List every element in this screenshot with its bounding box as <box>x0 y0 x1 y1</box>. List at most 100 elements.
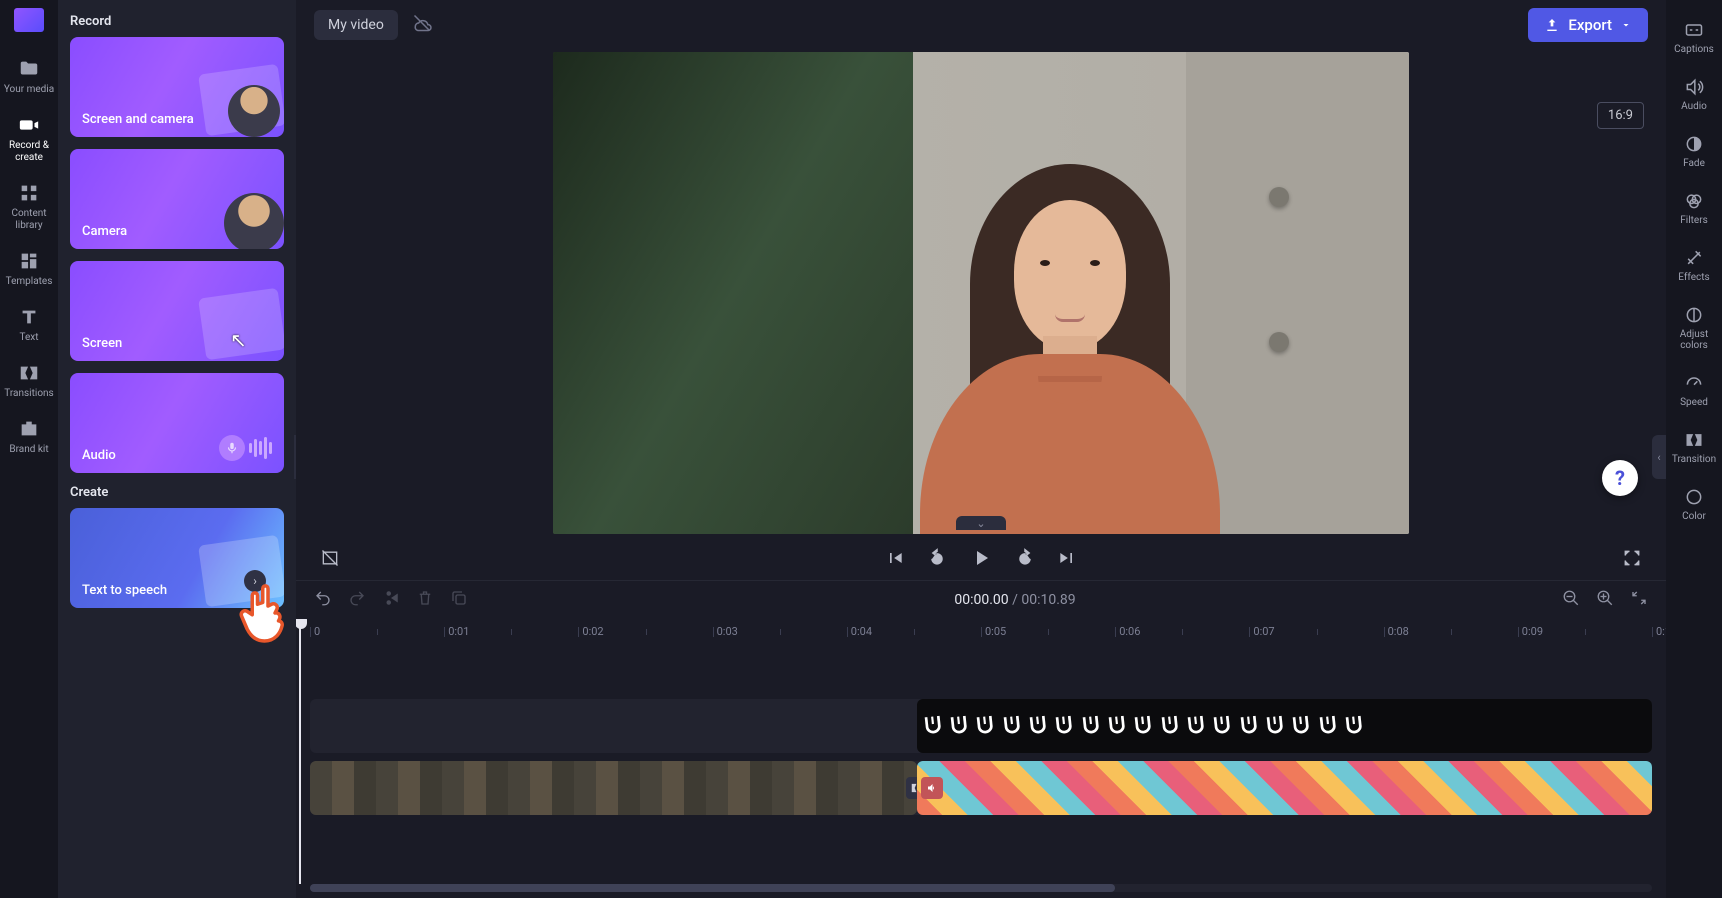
templates-icon <box>18 250 40 272</box>
duplicate-button[interactable] <box>450 589 468 611</box>
topbar: My video Export <box>296 0 1666 50</box>
sidebar-label: Templates <box>6 276 53 288</box>
transition-icon[interactable] <box>906 777 917 799</box>
mic-icon <box>219 435 245 461</box>
app-logo[interactable] <box>14 8 44 32</box>
fit-timeline-button[interactable] <box>1630 589 1648 611</box>
timeline-scrollbar[interactable] <box>296 884 1666 898</box>
time-counter: 00:00.00 / 00:10.89 <box>484 592 1546 608</box>
playhead-handle-icon[interactable] <box>296 619 307 629</box>
upload-icon <box>1544 17 1560 33</box>
sidebar-item-text[interactable]: Text <box>1 298 57 354</box>
expand-right-panel-button[interactable]: ‹ <box>1652 435 1666 479</box>
sidebar-label: Your media <box>4 84 54 96</box>
main-stage: My video Export 16:9 <box>296 0 1666 898</box>
adjust-colors-icon <box>1684 305 1704 325</box>
video-clip-2[interactable] <box>917 761 1652 815</box>
ruler-label: 0:01 <box>448 625 469 638</box>
ruler-label: 0:10 <box>1656 625 1666 638</box>
zoom-in-button[interactable] <box>1596 589 1614 611</box>
tracks[interactable]: 00:010:020:030:040:050:060:070:080:090:1… <box>296 619 1666 884</box>
help-button[interactable]: ? <box>1602 460 1638 496</box>
fullscreen-button[interactable] <box>1622 548 1642 568</box>
rs-filters[interactable]: Filters <box>1666 181 1722 238</box>
sidebar-label: Record & create <box>1 140 57 164</box>
redo-button[interactable] <box>348 589 366 611</box>
create-heading: Create <box>70 485 284 500</box>
primary-sidebar: Your media Record & create Content libra… <box>0 0 58 898</box>
play-button[interactable] <box>969 546 993 570</box>
sidebar-item-your-media[interactable]: Your media <box>1 50 57 106</box>
card-audio[interactable]: Audio <box>70 373 284 473</box>
zoom-out-button[interactable] <box>1562 589 1580 611</box>
rs-speed[interactable]: Speed <box>1666 363 1722 420</box>
ruler-label: 0:06 <box>1119 625 1140 638</box>
rs-transition[interactable]: Transition <box>1666 420 1722 477</box>
folder-icon <box>18 58 40 80</box>
card-label: Camera <box>82 224 127 239</box>
sidebar-item-content-library[interactable]: Content library <box>1 174 57 242</box>
video-lane[interactable] <box>310 761 1652 815</box>
waveform-icon <box>249 437 272 459</box>
prev-clip-button[interactable] <box>885 548 905 568</box>
forward-10-button[interactable] <box>1015 548 1035 568</box>
preview-wrap: 16:9 ? ⌄ <box>296 50 1666 536</box>
captions-icon <box>1684 20 1704 40</box>
timeline-toolbar: 00:00.00 / 00:10.89 <box>296 581 1666 619</box>
audio-lane[interactable]: ᕫᕫᕫᕫᕫᕫᕫᕫᕫᕫᕫᕫᕫᕫᕫᕫᕫ <box>310 699 1652 753</box>
video-preview[interactable] <box>553 52 1409 534</box>
time-ruler[interactable]: 00:010:020:030:040:050:060:070:080:090:1… <box>310 623 1652 647</box>
export-button[interactable]: Export <box>1528 8 1648 42</box>
audio-glyph-icon: ᕫ <box>923 713 942 740</box>
video-clip-1[interactable] <box>310 761 917 815</box>
delete-button[interactable] <box>416 589 434 611</box>
rewind-10-button[interactable] <box>927 548 947 568</box>
sidebar-item-transitions[interactable]: Transitions <box>1 354 57 410</box>
card-screen-and-camera[interactable]: Screen and camera <box>70 37 284 137</box>
scrollbar-thumb[interactable] <box>310 884 1115 892</box>
chevron-right-icon: › <box>244 570 266 592</box>
rs-effects[interactable]: Effects <box>1666 238 1722 295</box>
safe-zone-icon[interactable] <box>320 548 340 568</box>
split-button[interactable] <box>382 589 400 611</box>
speed-icon <box>1684 373 1704 393</box>
clip-audio-icon[interactable] <box>921 777 943 799</box>
sidebar-item-record-create[interactable]: Record & create <box>1 106 57 174</box>
briefcase-icon <box>18 418 40 440</box>
transitions-icon <box>18 362 40 384</box>
aspect-ratio-button[interactable]: 16:9 <box>1597 102 1644 129</box>
playback-controls <box>296 536 1666 580</box>
card-camera[interactable]: Camera <box>70 149 284 249</box>
tts-mock-icon <box>198 535 284 608</box>
rs-color[interactable]: Color <box>1666 477 1722 534</box>
sidebar-label: Content library <box>1 208 57 232</box>
sidebar-label: Text <box>19 332 38 344</box>
timeline: 00:00.00 / 00:10.89 00:010:020:030:040:0… <box>296 580 1666 898</box>
rs-fade[interactable]: Fade <box>1666 124 1722 181</box>
rs-audio[interactable]: Audio <box>1666 67 1722 124</box>
camcorder-icon <box>18 114 40 136</box>
sidebar-item-brand-kit[interactable]: Brand kit <box>1 410 57 466</box>
project-title[interactable]: My video <box>314 10 398 40</box>
empty-lane[interactable] <box>310 655 1652 691</box>
rs-adjust-colors[interactable]: Adjust colors <box>1666 295 1722 363</box>
card-screen[interactable]: Screen <box>70 261 284 361</box>
card-label: Text to speech <box>82 583 167 598</box>
card-text-to-speech[interactable]: › Text to speech <box>70 508 284 608</box>
effects-icon <box>1684 248 1704 268</box>
text-icon <box>18 306 40 328</box>
sidebar-item-templates[interactable]: Templates <box>1 242 57 298</box>
rs-captions[interactable]: Captions <box>1666 10 1722 67</box>
cloud-off-icon[interactable] <box>412 13 432 37</box>
card-label: Screen and camera <box>82 112 194 127</box>
library-icon <box>18 182 40 204</box>
color-icon <box>1684 487 1704 507</box>
ruler-label: 0 <box>314 625 320 638</box>
undo-button[interactable] <box>314 589 332 611</box>
ruler-label: 0:04 <box>851 625 872 638</box>
sidebar-label: Brand kit <box>9 444 48 456</box>
expand-properties-button[interactable]: ⌄ <box>956 516 1006 530</box>
playhead[interactable] <box>299 619 301 884</box>
next-clip-button[interactable] <box>1057 548 1077 568</box>
audio-clip[interactable]: ᕫᕫᕫᕫᕫᕫᕫᕫᕫᕫᕫᕫᕫᕫᕫᕫᕫ <box>917 699 1652 753</box>
